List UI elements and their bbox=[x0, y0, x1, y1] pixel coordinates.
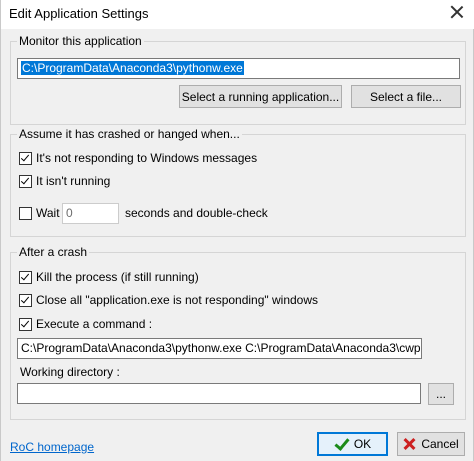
monitor-group: Monitor this application bbox=[10, 34, 466, 125]
window-title: Edit Application Settings bbox=[9, 6, 149, 21]
crash-detection-group-label: Assume it has crashed or hanged when... bbox=[17, 127, 242, 141]
command-input[interactable]: C:\ProgramData\Anaconda3\pythonw.exe C:\… bbox=[17, 338, 422, 359]
after-crash-group-label: After a crash bbox=[17, 245, 90, 259]
wait-option[interactable]: Wait bbox=[19, 205, 60, 221]
checkmark-icon bbox=[334, 438, 348, 450]
wait-label: Wait bbox=[36, 206, 60, 220]
execute-command-checkbox[interactable] bbox=[19, 317, 32, 331]
close-icon[interactable] bbox=[449, 4, 465, 20]
x-icon bbox=[403, 438, 415, 450]
edit-application-settings-dialog: Edit Application Settings Monitor this a… bbox=[0, 0, 474, 461]
close-all-label: Close all "application.exe is not respon… bbox=[36, 293, 319, 307]
execute-command-label: Execute a command : bbox=[36, 317, 153, 331]
application-path-input[interactable]: C:\ProgramData\Anaconda3\pythonw.exe bbox=[17, 58, 460, 79]
title-bar: Edit Application Settings bbox=[1, 0, 474, 29]
cancel-button[interactable]: Cancel bbox=[397, 432, 465, 456]
browse-button[interactable]: ... bbox=[428, 383, 454, 405]
ok-button[interactable]: OK bbox=[317, 432, 388, 456]
monitor-group-label: Monitor this application bbox=[17, 34, 144, 48]
not-responding-option[interactable]: It's not responding to Windows messages bbox=[19, 150, 257, 166]
not-responding-checkbox[interactable] bbox=[19, 151, 32, 165]
not-responding-label: It's not responding to Windows messages bbox=[36, 151, 258, 165]
working-directory-label: Working directory : bbox=[20, 365, 120, 379]
cancel-label: Cancel bbox=[421, 437, 459, 451]
execute-command-option[interactable]: Execute a command : bbox=[19, 316, 152, 332]
not-running-label: It isn't running bbox=[36, 174, 111, 188]
select-running-application-button[interactable]: Select a running application... bbox=[179, 85, 342, 108]
wait-seconds-input[interactable]: 0 bbox=[62, 203, 119, 224]
wait-suffix-label: seconds and double-check bbox=[125, 206, 268, 220]
application-path-value: C:\ProgramData\Anaconda3\pythonw.exe bbox=[21, 61, 244, 75]
roc-homepage-link[interactable]: RoC homepage bbox=[10, 440, 94, 454]
working-directory-input[interactable] bbox=[17, 383, 421, 404]
wait-checkbox[interactable] bbox=[19, 206, 32, 220]
not-running-checkbox[interactable] bbox=[19, 174, 32, 188]
close-all-option[interactable]: Close all "application.exe is not respon… bbox=[19, 292, 318, 308]
ok-label: OK bbox=[353, 437, 372, 451]
not-running-option[interactable]: It isn't running bbox=[19, 173, 110, 189]
close-all-checkbox[interactable] bbox=[19, 293, 32, 307]
select-file-button[interactable]: Select a file... bbox=[351, 85, 461, 108]
kill-process-option[interactable]: Kill the process (if still running) bbox=[19, 269, 199, 285]
kill-process-checkbox[interactable] bbox=[19, 270, 32, 284]
kill-process-label: Kill the process (if still running) bbox=[36, 270, 199, 284]
